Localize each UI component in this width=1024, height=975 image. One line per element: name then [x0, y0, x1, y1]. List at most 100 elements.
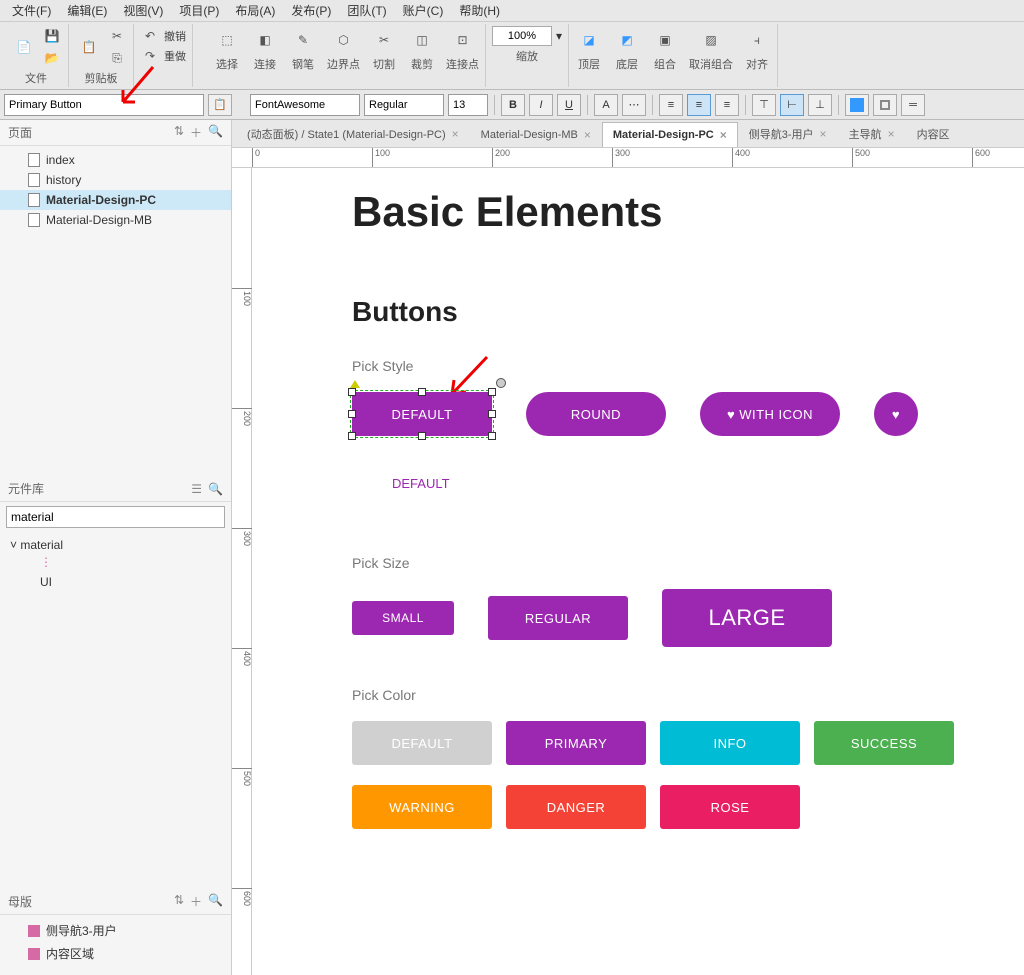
crop-tool-icon[interactable]: ◫: [408, 26, 436, 54]
round-button[interactable]: ROUND: [526, 392, 666, 436]
page-item-selected[interactable]: Material-Design-PC: [0, 190, 231, 210]
small-button[interactable]: SMALL: [352, 601, 454, 635]
search-page-icon[interactable]: 🔍: [208, 124, 223, 141]
zoom-input[interactable]: [492, 26, 552, 46]
border-style-button[interactable]: ═: [901, 94, 925, 116]
tab-active[interactable]: Material-Design-PC×: [602, 122, 738, 147]
save-icon[interactable]: 💾: [42, 26, 62, 46]
border-color-button[interactable]: [873, 94, 897, 116]
align-icon[interactable]: ⫞: [743, 26, 771, 54]
icon-only-button[interactable]: ♥: [874, 392, 918, 436]
menu-file[interactable]: 文件(F): [4, 0, 59, 21]
menu-publish[interactable]: 发布(P): [283, 0, 339, 21]
menu-team[interactable]: 团队(T): [339, 0, 394, 21]
font-weight-select[interactable]: [364, 94, 444, 116]
resize-handle[interactable]: [348, 432, 356, 440]
zoom-dropdown-icon[interactable]: ▾: [556, 29, 562, 43]
master-sort-icon[interactable]: ⇅: [174, 893, 184, 910]
tab[interactable]: (动态面板) / State1 (Material-Design-PC)×: [236, 120, 470, 147]
resize-handle[interactable]: [488, 432, 496, 440]
resize-handle[interactable]: [418, 432, 426, 440]
menu-project[interactable]: 项目(P): [171, 0, 227, 21]
close-icon[interactable]: ×: [720, 128, 727, 142]
align-center-button[interactable]: ≡: [687, 94, 711, 116]
tab[interactable]: Material-Design-MB×: [470, 122, 602, 147]
close-icon[interactable]: ×: [888, 127, 895, 141]
new-file-icon[interactable]: 📄: [10, 33, 38, 61]
rotate-origin-icon[interactable]: [350, 380, 360, 388]
page-item[interactable]: Material-Design-MB: [0, 210, 231, 230]
default-button[interactable]: DEFAULT: [352, 392, 492, 436]
font-color-button[interactable]: A: [594, 94, 618, 116]
valign-middle-button[interactable]: ⊢: [780, 94, 804, 116]
resize-handle[interactable]: [488, 388, 496, 396]
bold-button[interactable]: B: [501, 94, 525, 116]
font-size-select[interactable]: [448, 94, 488, 116]
underline-button[interactable]: U: [557, 94, 581, 116]
color-primary-button[interactable]: PRIMARY: [506, 721, 646, 765]
lib-item[interactable]: UI: [10, 572, 221, 592]
valign-bottom-button[interactable]: ⊥: [808, 94, 832, 116]
page-item[interactable]: history: [0, 170, 231, 190]
color-default-button[interactable]: DEFAULT: [352, 721, 492, 765]
menu-layout[interactable]: 布局(A): [227, 0, 283, 21]
resize-handle[interactable]: [348, 388, 356, 396]
valign-top-button[interactable]: ⊤: [752, 94, 776, 116]
master-item[interactable]: 侧导航3-用户: [0, 919, 231, 942]
lib-root[interactable]: ˅ material: [10, 538, 221, 552]
boundary-tool-icon[interactable]: ⬡: [330, 26, 358, 54]
selected-element[interactable]: DEFAULT: [352, 392, 492, 436]
undo-icon[interactable]: ↶: [140, 26, 160, 46]
pen-tool-icon[interactable]: ✎: [289, 26, 317, 54]
font-family-select[interactable]: [250, 94, 360, 116]
close-icon[interactable]: ×: [452, 127, 459, 141]
align-right-button[interactable]: ≡: [715, 94, 739, 116]
close-icon[interactable]: ×: [820, 127, 827, 141]
paste-icon[interactable]: 📋: [75, 33, 103, 61]
ungroup-icon[interactable]: ▨: [697, 26, 725, 54]
align-left-button[interactable]: ≡: [659, 94, 683, 116]
lib-search-icon[interactable]: 🔍: [208, 482, 223, 496]
italic-button[interactable]: I: [529, 94, 553, 116]
page-sort-icon[interactable]: ⇅: [174, 124, 184, 141]
tab[interactable]: 主导航×: [838, 120, 906, 147]
copy-icon[interactable]: ⎘: [107, 48, 127, 68]
resize-handle[interactable]: [488, 410, 496, 418]
open-icon[interactable]: 📂: [42, 48, 62, 68]
add-master-icon[interactable]: ＋: [190, 893, 202, 910]
connect-tool-icon[interactable]: ◧: [251, 26, 279, 54]
large-button[interactable]: LARGE: [662, 589, 832, 647]
text-button[interactable]: DEFAULT: [392, 476, 450, 491]
rotate-handle-icon[interactable]: [496, 378, 506, 388]
lib-menu-icon[interactable]: ☰: [191, 482, 202, 496]
more-text-icon[interactable]: ⋯: [622, 94, 646, 116]
resize-handle[interactable]: [348, 410, 356, 418]
resize-handle[interactable]: [418, 388, 426, 396]
menu-help[interactable]: 帮助(H): [451, 0, 508, 21]
bring-front-icon[interactable]: ◪: [575, 26, 603, 54]
tab[interactable]: 侧导航3-用户×: [738, 120, 838, 147]
master-search-icon[interactable]: 🔍: [208, 893, 223, 910]
tab[interactable]: 内容区: [906, 120, 961, 147]
page-item[interactable]: index: [0, 150, 231, 170]
select-tool-icon[interactable]: ⬚: [213, 26, 241, 54]
element-name-input[interactable]: [4, 94, 204, 116]
connector-tool-icon[interactable]: ⊡: [449, 26, 477, 54]
group-icon[interactable]: ▣: [651, 26, 679, 54]
color-info-button[interactable]: INFO: [660, 721, 800, 765]
design-canvas[interactable]: Basic Elements Buttons Pick Style DEFAUL…: [252, 168, 1024, 975]
send-back-icon[interactable]: ◩: [613, 26, 641, 54]
add-page-icon[interactable]: ＋: [190, 124, 202, 141]
fill-color-button[interactable]: [845, 94, 869, 116]
with-icon-button[interactable]: WITH ICON: [700, 392, 840, 436]
menu-edit[interactable]: 编辑(E): [59, 0, 115, 21]
menu-view[interactable]: 视图(V): [115, 0, 171, 21]
color-success-button[interactable]: SUCCESS: [814, 721, 954, 765]
color-danger-button[interactable]: DANGER: [506, 785, 646, 829]
master-item[interactable]: 内容区域: [0, 942, 231, 965]
element-pick-icon[interactable]: 📋: [208, 94, 232, 116]
library-search-input[interactable]: [6, 506, 225, 528]
menu-account[interactable]: 账户(C): [395, 0, 452, 21]
slice-tool-icon[interactable]: ✂: [370, 26, 398, 54]
cut-icon[interactable]: ✂: [107, 26, 127, 46]
